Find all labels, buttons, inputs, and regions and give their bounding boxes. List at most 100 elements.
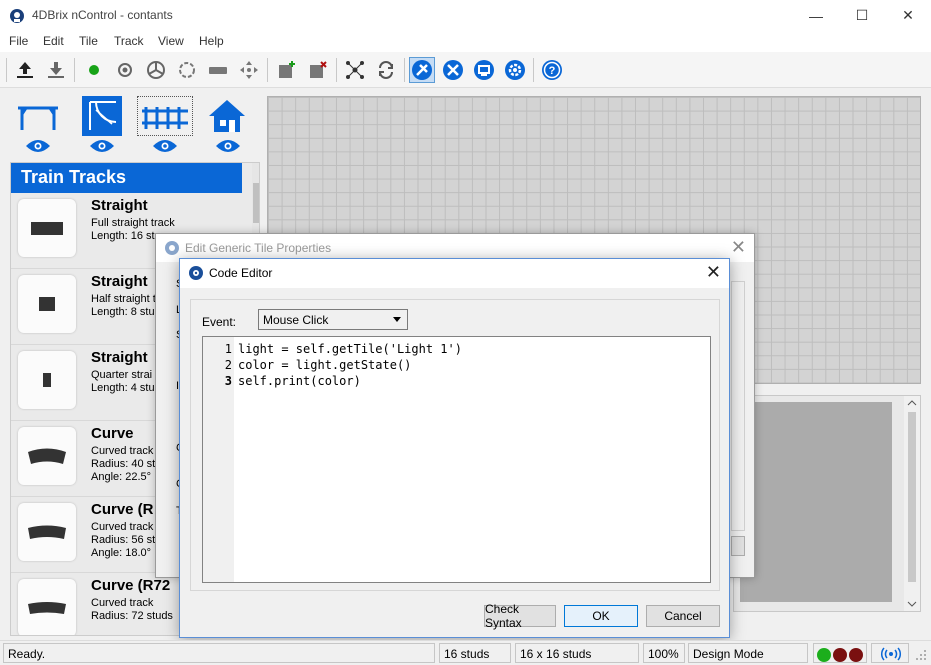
app-icon: [10, 9, 24, 23]
remove-tile-icon[interactable]: [305, 57, 331, 83]
light-tile-icon[interactable]: [81, 57, 107, 83]
track-thumbnail: [18, 579, 76, 635]
editor-panel: Event: Mouse Click 1 2 3 light = self.ge…: [190, 299, 720, 591]
item-name: Curve (R: [91, 501, 154, 518]
item-name: Straight: [91, 349, 148, 366]
add-tile-icon[interactable]: [274, 57, 300, 83]
event-select-value: Mouse Click: [263, 313, 329, 327]
tile-size-readout: 16 x 16 studs: [515, 643, 639, 663]
code-line: self.print(color): [238, 374, 361, 388]
toolbar: ?: [0, 52, 931, 88]
code-editor-dialog: Code Editor ✕ Event: Mouse Click 1 2 3 l…: [179, 258, 730, 638]
move-icon[interactable]: [236, 57, 262, 83]
signal-lights: [813, 643, 867, 663]
track-thumbnail: [18, 503, 76, 561]
check-syntax-button[interactable]: Check Syntax: [484, 602, 556, 630]
cancel-button[interactable]: Cancel: [646, 605, 720, 627]
category-house-icon[interactable]: [205, 96, 249, 136]
item-description: Quarter strai Length: 4 stu: [91, 369, 155, 394]
eye-icon[interactable]: [215, 138, 241, 154]
window-title: 4DBrix nControl - contants: [32, 8, 173, 22]
track-thumbnail: [18, 275, 76, 333]
line-number-gutter: 1 2 3: [203, 337, 234, 582]
item-description: Curved track Radius: 40 st Angle: 22.5°: [91, 445, 156, 483]
menu-tile[interactable]: Tile: [79, 34, 98, 48]
track-thumbnail: [18, 351, 76, 409]
dialog-title: Edit Generic Tile Properties: [185, 241, 332, 255]
sensor-tile-icon[interactable]: [112, 57, 138, 83]
track-thumbnail: [18, 427, 76, 485]
status-bar: Ready. 16 studs 16 x 16 studs 100% Desig…: [0, 640, 931, 665]
item-description: Curved track Radius: 56 st Angle: 18.0°: [91, 521, 156, 559]
scrollbar[interactable]: [904, 396, 920, 611]
network-icon[interactable]: [342, 57, 368, 83]
menu-edit[interactable]: Edit: [43, 34, 64, 48]
svg-text:?: ?: [549, 65, 556, 77]
menu-help[interactable]: Help: [199, 34, 224, 48]
train-icon[interactable]: [205, 57, 231, 83]
title-bar: 4DBrix nControl - contants — ☐ ✕: [0, 0, 931, 31]
item-name: Curve (R72: [91, 577, 171, 594]
menu-view[interactable]: View: [158, 34, 184, 48]
line-number: 1: [224, 342, 232, 356]
zoom-readout: 100%: [643, 643, 685, 663]
tools-icon[interactable]: [440, 57, 466, 83]
item-name: Straight: [91, 273, 148, 290]
item-name: Curve: [91, 425, 134, 442]
item-description: Curved track Radius: 72 studs: [91, 597, 173, 622]
menu-bar: File Edit Tile Track View Help: [0, 31, 931, 52]
code-line: color = light.getState(): [238, 358, 412, 372]
category-fence-icon[interactable]: [137, 96, 193, 136]
settings-icon[interactable]: [502, 57, 528, 83]
menu-track[interactable]: Track: [114, 34, 144, 48]
code-line: light = self.getTile('Light 1'): [238, 342, 462, 356]
app-icon: [189, 266, 203, 280]
dialog-title: Code Editor: [209, 266, 273, 280]
menu-file[interactable]: File: [9, 34, 28, 48]
chevron-down-icon: [393, 317, 401, 322]
event-label: Event:: [202, 315, 237, 329]
category-tracks-icon[interactable]: [82, 96, 122, 136]
refresh-icon[interactable]: [373, 57, 399, 83]
line-number: 2: [224, 358, 232, 372]
line-number: 3: [224, 374, 232, 388]
red-light-icon: [833, 648, 847, 662]
mode-readout: Design Mode: [688, 643, 808, 663]
wireless-icon: [880, 647, 902, 661]
help-icon[interactable]: ?: [539, 57, 565, 83]
wireless-status[interactable]: [871, 643, 909, 663]
download-icon[interactable]: [43, 57, 69, 83]
dialog-close-button[interactable]: ✕: [731, 237, 746, 258]
code-textarea[interactable]: 1 2 3 light = self.getTile('Light 1') co…: [202, 336, 711, 583]
group-box-edge: [731, 281, 745, 531]
close-button[interactable]: ✕: [885, 0, 931, 31]
track-thumbnail: [18, 199, 76, 257]
status-text: Ready.: [3, 643, 435, 663]
minimize-button[interactable]: —: [793, 0, 839, 31]
maximize-button[interactable]: ☐: [839, 0, 885, 31]
item-name: Straight: [91, 197, 148, 214]
event-select[interactable]: Mouse Click: [258, 309, 408, 330]
resize-grip-icon[interactable]: [915, 649, 927, 661]
category-bridge-icon[interactable]: [12, 96, 64, 136]
dialog-title-bar: Code Editor ✕: [180, 259, 729, 288]
circle-track-icon[interactable]: [174, 57, 200, 83]
eye-icon[interactable]: [152, 138, 178, 154]
item-description: Half straight t Length: 8 stu: [91, 293, 156, 318]
preview-area: [740, 402, 892, 602]
preview-panel: [733, 395, 921, 612]
red-light-icon: [849, 648, 863, 662]
dialog-button[interactable]: [731, 536, 745, 556]
green-light-icon: [817, 648, 831, 662]
design-mode-icon[interactable]: [409, 57, 435, 83]
ok-button[interactable]: OK: [564, 605, 638, 627]
dialog-close-button[interactable]: ✕: [706, 262, 721, 283]
eye-icon[interactable]: [25, 138, 51, 154]
turntable-icon[interactable]: [143, 57, 169, 83]
upload-icon[interactable]: [12, 57, 38, 83]
app-icon: [165, 241, 179, 255]
eye-icon[interactable]: [89, 138, 115, 154]
monitor-icon[interactable]: [471, 57, 497, 83]
track-list-header: Train Tracks: [11, 163, 242, 193]
stud-length-readout: 16 studs: [439, 643, 511, 663]
